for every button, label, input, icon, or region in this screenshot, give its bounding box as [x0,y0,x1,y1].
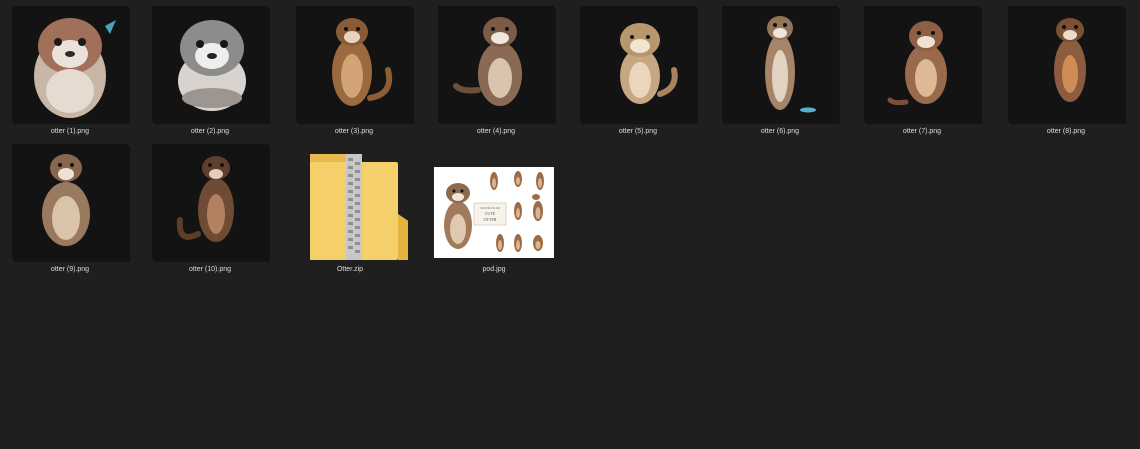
file-tile[interactable]: Otter.zip [280,138,420,274]
file-tile[interactable]: otter (9).png [0,138,140,274]
file-name: otter (5).png [618,128,658,135]
file-name: otter (4).png [476,128,516,135]
otter-illustration [34,18,116,118]
image-thumbnail[interactable] [722,6,838,122]
otter-illustration [887,21,947,106]
file-name: otter (7).png [902,128,942,135]
otter-illustration [453,17,522,106]
image-thumbnail[interactable] [296,6,412,122]
image-thumbnail[interactable] [152,144,268,260]
svg-text:WATERCOLOR: WATERCOLOR [480,206,500,210]
file-name: otter (3).png [334,128,374,135]
otter-illustration [42,154,90,246]
file-tile[interactable]: otter (6).png [710,0,850,136]
otter-illustration [178,20,246,111]
zip-folder-icon [310,154,408,260]
file-tile[interactable]: otter (1).png [0,0,140,136]
jpg-preview[interactable]: WATERCOLOR CUTE OTTER [434,167,554,258]
file-grid: otter (1).png otter (2).png otter (3).pn… [0,0,1140,449]
image-thumbnail[interactable] [580,6,696,122]
file-name: otter (8).png [1046,128,1086,135]
file-tile[interactable]: otter (5).png [568,0,708,136]
otter-illustration [176,156,234,242]
file-tile[interactable]: otter (10).png [140,138,280,274]
file-name: otter (6).png [760,128,800,135]
file-tile[interactable]: otter (2).png [140,0,280,136]
collage-preview: WATERCOLOR CUTE OTTER [434,167,554,258]
file-tile[interactable]: otter (4).png [426,0,566,136]
file-name: otter (9).png [50,266,90,273]
otter-illustration [620,23,678,104]
file-tile[interactable]: otter (8).png [996,0,1136,136]
image-thumbnail[interactable] [864,6,980,122]
image-thumbnail[interactable] [1008,6,1124,122]
file-tile[interactable]: WATERCOLOR CUTE OTTER pod.jpg [424,138,564,274]
file-name: pod.jpg [482,266,506,273]
otter-illustration [1054,18,1086,102]
svg-text:CUTE: CUTE [485,211,496,216]
svg-text:OTTER: OTTER [484,217,497,222]
file-tile[interactable]: otter (3).png [284,0,424,136]
file-name: Otter.zip [336,266,364,273]
file-name: otter (2).png [190,128,230,135]
image-thumbnail[interactable] [12,144,128,260]
otter-illustration [332,18,393,106]
image-thumbnail[interactable] [438,6,554,122]
file-name: otter (10).png [188,266,232,273]
file-tile[interactable]: otter (7).png [852,0,992,136]
otter-illustration [765,16,816,113]
image-thumbnail[interactable] [12,6,128,122]
file-name: otter (1).png [50,128,90,135]
image-thumbnail[interactable] [152,6,268,122]
zip-folder-icon[interactable] [292,144,408,260]
